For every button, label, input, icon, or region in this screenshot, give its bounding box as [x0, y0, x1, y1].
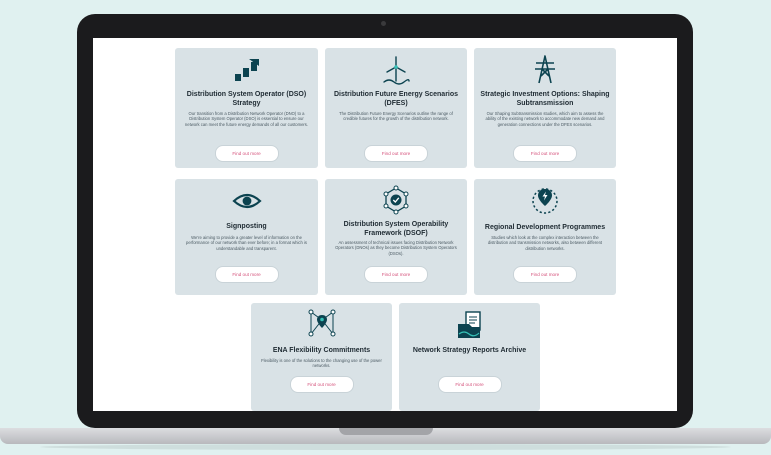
find-out-more-button[interactable]: Find out more [364, 145, 428, 162]
card-dsof: Distribution System Operability Framewor… [325, 179, 467, 295]
laptop-base [0, 428, 771, 444]
find-out-more-button[interactable]: Find out more [364, 266, 428, 283]
card-title: Regional Development Programmes [484, 224, 606, 231]
card-ena-flexibility: ENA Flexibility Commitments Flexibility … [251, 303, 392, 411]
wind-turbine-icon [383, 56, 410, 85]
card-description: We're aiming to provide a greater level … [185, 235, 308, 251]
camera [381, 21, 386, 26]
reports-archive-icon [457, 311, 481, 338]
card-description: Our Shaping Subtransmission studies, whi… [485, 111, 605, 127]
card-dfes: Distribution Future Energy Scenarios (DF… [325, 48, 467, 168]
card-description: The Distribution Future Energy Scenarios… [339, 111, 453, 122]
pylon-icon [535, 55, 555, 84]
card-shaping-subtransmission: Strategic Investment Options: Shaping Su… [474, 48, 616, 168]
card-signposting: Signposting We're aiming to provide a gr… [175, 179, 318, 295]
card-description: Flexibility is one of the solutions to t… [261, 358, 382, 369]
location-bolt-icon [532, 188, 558, 214]
card-title: ENA Flexibility Commitments [272, 347, 371, 354]
card-description: Our transition from a Distribution Netwo… [184, 111, 309, 127]
card-description: An assessment of technical issues facing… [335, 240, 457, 256]
find-out-more-button[interactable]: Find out more [513, 266, 577, 283]
card-title: Distribution System Operability Framewor… [343, 221, 449, 237]
eye-icon [231, 193, 262, 209]
network-pin-icon [308, 309, 335, 337]
card-title: Signposting [226, 223, 267, 230]
find-out-more-button[interactable]: Find out more [214, 266, 279, 283]
find-out-more-button[interactable]: Find out more [513, 145, 577, 162]
card-dso-strategy: Distribution System Operator (DSO) Strat… [175, 48, 318, 168]
laptop-screen: Distribution System Operator (DSO) Strat… [93, 38, 677, 411]
card-title: Distribution Future Energy Scenarios (DF… [333, 91, 459, 107]
steps-arrow-icon [234, 59, 259, 81]
laptop-shadow [40, 444, 731, 450]
find-out-more-button[interactable]: Find out more [214, 145, 279, 162]
find-out-more-button[interactable]: Find out more [289, 376, 354, 393]
card-title: Strategic Investment Options: Shaping Su… [480, 91, 610, 107]
find-out-more-button[interactable]: Find out more [437, 376, 502, 393]
card-description: Studies which look at the complex intera… [487, 235, 603, 251]
operability-check-icon [383, 185, 409, 215]
card-title: Distribution System Operator (DSO) Strat… [186, 91, 307, 107]
card-regional-development: Regional Development Programmes Studies … [474, 179, 616, 295]
card-reports-archive: Network Strategy Reports Archive Find ou… [399, 303, 540, 411]
laptop-notch [339, 428, 433, 435]
card-title: Network Strategy Reports Archive [412, 347, 527, 354]
